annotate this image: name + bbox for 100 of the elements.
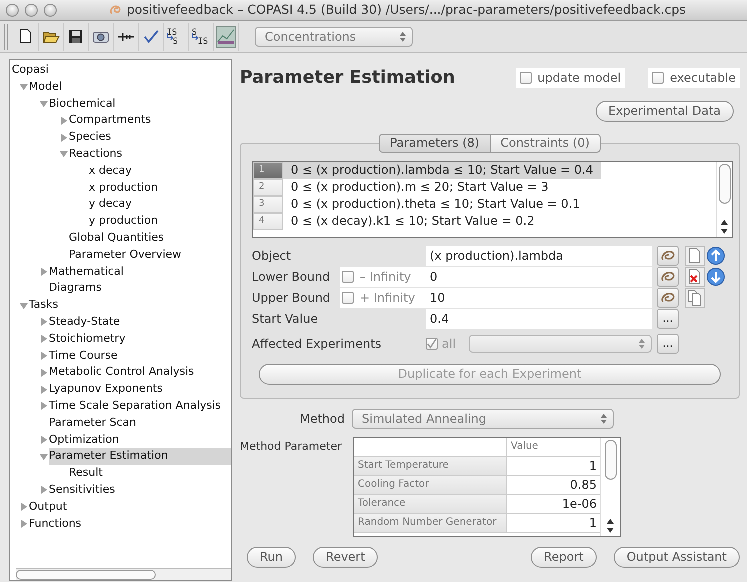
- close-button[interactable]: [6, 4, 19, 16]
- disclosure-triangle-icon[interactable]: [20, 83, 28, 92]
- disclosure-triangle-icon[interactable]: [20, 520, 28, 528]
- tree-item[interactable]: x decay: [89, 162, 231, 180]
- list-item[interactable]: 0 ≤ (x production).theta ≤ 10; Start Value = 0.1: [283, 196, 588, 214]
- input-field[interactable]: 10: [426, 288, 652, 308]
- experimental-data-button[interactable]: Experimental Data: [596, 101, 734, 122]
- scrollbar[interactable]: [16, 568, 231, 580]
- input-field[interactable]: (x production).lambda: [426, 246, 652, 266]
- move-up-icon[interactable]: [706, 246, 726, 266]
- table-cell[interactable]: 1e-06: [506, 495, 600, 514]
- disclosure-triangle-icon[interactable]: [40, 386, 48, 394]
- line-marker-icon[interactable]: [117, 32, 135, 42]
- action-button[interactable]: Run: [247, 547, 296, 568]
- tree-item[interactable]: Compartments: [69, 112, 231, 130]
- method-dropdown[interactable]: Simulated Annealing: [352, 409, 614, 430]
- camera-icon[interactable]: [93, 30, 109, 43]
- scroll-arrows-icon[interactable]: [721, 219, 728, 236]
- select-object-button[interactable]: [657, 246, 679, 266]
- convert-button[interactable]: IS S: [164, 22, 189, 50]
- scroll-arrows-icon[interactable]: [607, 518, 614, 534]
- tree-item[interactable]: Steady-State: [49, 314, 231, 331]
- disclosure-triangle-icon[interactable]: [40, 100, 48, 108]
- tree-item[interactable]: Lyapunov Exponents: [49, 381, 231, 398]
- units-dropdown[interactable]: Concentrations: [255, 26, 413, 46]
- tree-item[interactable]: Copasi: [12, 62, 231, 79]
- tree-item[interactable]: Metabolic Control Analysis: [49, 364, 231, 382]
- infinity-checkbox[interactable]: + Infinity: [340, 288, 426, 308]
- tree-item[interactable]: Mathematical: [49, 264, 231, 280]
- checkmark-icon[interactable]: [144, 30, 158, 43]
- tree-item[interactable]: Model: [29, 78, 231, 96]
- more-button[interactable]: ...: [657, 309, 679, 330]
- disclosure-triangle-icon[interactable]: [60, 150, 68, 158]
- move-down-icon[interactable]: [706, 267, 726, 288]
- tree-item[interactable]: y production: [89, 213, 231, 230]
- disclosure-triangle-icon[interactable]: [40, 402, 48, 410]
- disclosure-triangle-icon[interactable]: [60, 116, 68, 125]
- tree-item[interactable]: Result: [69, 465, 231, 482]
- zoom-button[interactable]: [44, 4, 57, 16]
- scroll-thumb[interactable]: [604, 440, 616, 480]
- disclosure-triangle-icon[interactable]: [40, 335, 48, 344]
- scrollbar[interactable]: [716, 162, 732, 238]
- disclosure-triangle-icon[interactable]: [40, 318, 48, 326]
- tree-item[interactable]: x production: [89, 180, 231, 196]
- action-button[interactable]: Report: [531, 547, 597, 568]
- tree-item[interactable]: Functions: [29, 516, 231, 532]
- disclosure-triangle-icon[interactable]: [40, 452, 48, 461]
- select-object-button[interactable]: [657, 288, 679, 308]
- disclosure-triangle-icon[interactable]: [40, 352, 48, 360]
- action-button[interactable]: Output Assistant: [614, 547, 740, 568]
- tree-item[interactable]: Output: [29, 498, 231, 516]
- tree-item[interactable]: Biochemical: [49, 96, 231, 112]
- tree-item[interactable]: Parameter Estimation: [49, 448, 231, 466]
- tree-item[interactable]: Global Quantities: [69, 230, 231, 247]
- list-item[interactable]: 0 ≤ (x production).lambda ≤ 10; Start Value = 0.4: [283, 162, 602, 180]
- tree-item[interactable]: Time Scale Separation Analysis: [49, 398, 231, 415]
- input-field[interactable]: 0.4: [426, 309, 652, 330]
- checkbox[interactable]: [652, 72, 664, 84]
- tree-item[interactable]: Parameter Scan: [49, 414, 231, 432]
- minimize-button[interactable]: [25, 4, 38, 16]
- list-item[interactable]: 0 ≤ (x decay).k1 ≤ 10; Start Value = 0.2: [283, 213, 543, 230]
- checkbox[interactable]: [342, 271, 354, 284]
- tree-item[interactable]: Sensitivities: [49, 482, 231, 499]
- scroll-thumb[interactable]: [718, 164, 730, 204]
- tree-item[interactable]: Tasks: [29, 297, 231, 314]
- scroll-thumb[interactable]: [16, 570, 156, 580]
- tree-item[interactable]: Reactions: [69, 146, 231, 163]
- delete-icon[interactable]: [685, 267, 705, 288]
- open-folder-icon[interactable]: [42, 30, 60, 44]
- checkbox[interactable]: [520, 72, 532, 84]
- table-cell[interactable]: 0.85: [506, 476, 600, 494]
- tree-item[interactable]: Stoichiometry: [49, 330, 231, 348]
- input-field[interactable]: 0: [426, 267, 652, 288]
- table-cell[interactable]: 1: [506, 457, 600, 476]
- disclosure-triangle-icon[interactable]: [40, 436, 48, 444]
- logo-icon[interactable]: [216, 26, 236, 48]
- tree-item[interactable]: y decay: [89, 196, 231, 214]
- list-item[interactable]: 0 ≤ (x production).m ≤ 20; Start Value = 3: [283, 179, 557, 196]
- tab[interactable]: Parameters (8): [379, 134, 491, 154]
- disclosure-triangle-icon[interactable]: [40, 486, 48, 494]
- tab[interactable]: Constraints (0): [490, 134, 601, 154]
- action-button[interactable]: Revert: [313, 547, 378, 568]
- checkbox[interactable]: [342, 292, 354, 304]
- save-icon[interactable]: [69, 30, 83, 44]
- new-document-icon[interactable]: [20, 29, 32, 44]
- disclosure-triangle-icon[interactable]: [60, 134, 68, 142]
- tree-item[interactable]: Parameter Overview: [69, 246, 231, 264]
- disclosure-triangle-icon[interactable]: [40, 368, 48, 377]
- tree-item[interactable]: Time Course: [49, 348, 231, 364]
- disclosure-triangle-icon[interactable]: [40, 268, 48, 276]
- option-checkbox[interactable]: executable: [648, 68, 740, 88]
- option-checkbox[interactable]: update model: [516, 68, 626, 88]
- tree-item[interactable]: Species: [69, 129, 231, 146]
- disclosure-triangle-icon[interactable]: [20, 503, 28, 512]
- tree-item[interactable]: Diagrams: [49, 280, 231, 298]
- infinity-checkbox[interactable]: – Infinity: [340, 267, 426, 288]
- tree-item[interactable]: Optimization: [49, 432, 231, 448]
- scrollbar[interactable]: [600, 438, 620, 536]
- copy-icon[interactable]: [685, 288, 705, 308]
- select-object-button[interactable]: [657, 267, 679, 288]
